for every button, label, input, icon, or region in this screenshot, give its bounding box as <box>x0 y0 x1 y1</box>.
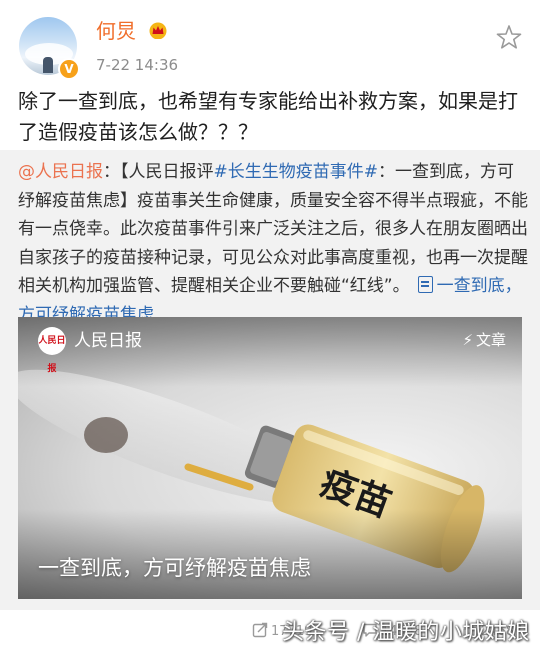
avatar-figure <box>43 57 53 73</box>
crown-icon <box>149 22 167 39</box>
verified-badge: V <box>58 58 80 80</box>
colon-text: ： <box>103 162 120 182</box>
article-card[interactable]: 疫苗 人民日报 人民日报 ⚡ 文章 一查到底，方可纾解疫苗焦虑 <box>18 317 522 599</box>
watermark-text: 头条号 / 温暖的小城姑娘 <box>282 620 530 645</box>
article-icon <box>417 276 433 293</box>
star-icon[interactable] <box>495 23 523 51</box>
bracket-text: 【人民日报评 <box>120 162 214 182</box>
post-text: 除了一查到底，也希望有专家能给出补救方案，如果是打了造假疫苗该怎么做？？？ <box>18 89 518 144</box>
post-timestamp: 7-22 14:36 <box>96 56 179 74</box>
lightning-icon: ⚡ <box>462 331 473 349</box>
card-tag-label: 文章 <box>475 331 506 349</box>
repost-icon <box>252 622 268 638</box>
card-source-name: 人民日报 <box>74 331 142 351</box>
card-article-tag: ⚡ 文章 <box>462 329 506 351</box>
hashtag-link[interactable]: #长生生物疫苗事件# <box>214 162 379 182</box>
source-logo: 人民日报 <box>38 327 66 374</box>
mention-link[interactable]: @人民日报 <box>18 162 103 182</box>
repost-block[interactable]: @人民日报：【人民日报评#长生生物疫苗事件#：一查到底，方可纾解疫苗焦虑】疫苗事… <box>0 150 540 610</box>
username[interactable]: 何炅 <box>96 18 136 44</box>
weibo-post: V 何炅 7-22 14:36 除了一查到底，也希望有专家能给出补救方案，如果是… <box>0 0 540 660</box>
repost-text: @人民日报：【人民日报评#长生生物疫苗事件#：一查到底，方可纾解疫苗焦虑】疫苗事… <box>18 158 528 329</box>
card-title: 一查到底，方可纾解疫苗焦虑 <box>38 556 311 580</box>
